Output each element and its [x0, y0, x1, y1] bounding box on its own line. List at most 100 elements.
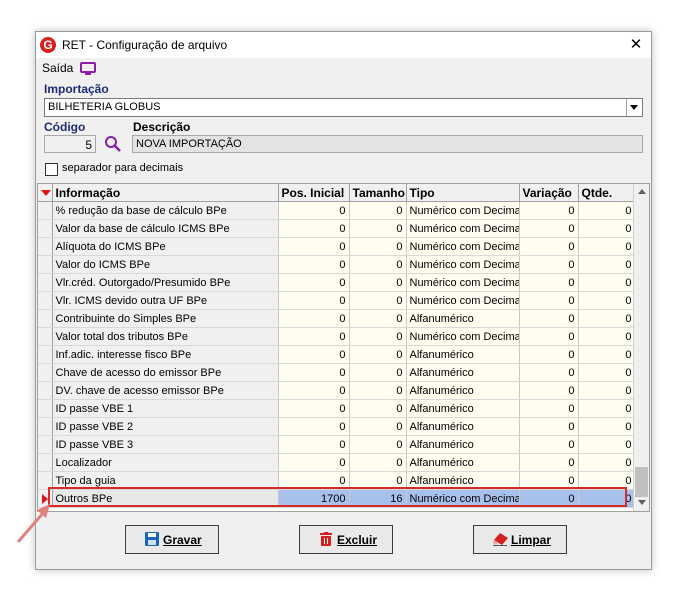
cell-qtde[interactable]: 0	[578, 435, 636, 454]
row-indicator[interactable]	[38, 417, 53, 436]
cell-tamanho[interactable]: 0	[349, 273, 407, 292]
close-button[interactable]: ✕	[621, 32, 651, 58]
col-pos-inicial[interactable]: Pos. Inicial	[278, 184, 350, 202]
cell-tipo[interactable]: Alfanumérico	[406, 363, 520, 382]
separador-checkbox[interactable]	[45, 163, 58, 176]
cell-tipo[interactable]: Numérico com Decimal	[406, 219, 520, 238]
table-row[interactable]: Vlr. ICMS devido outra UF BPe 0 0 Numérico …	[38, 291, 636, 310]
row-indicator[interactable]	[38, 471, 53, 490]
cell-tipo[interactable]: Numérico com Decimal	[406, 201, 520, 220]
table-row[interactable]: Vlr.créd. Outorgado/Presumido BPe 0 0 Numér…	[38, 273, 636, 292]
cell-qtde[interactable]: 0	[578, 201, 636, 220]
cell-informacao[interactable]: ID passe VBE 2	[52, 417, 279, 436]
cell-informacao[interactable]: Vlr.créd. Outorgado/Presumido BPe	[52, 273, 279, 292]
cell-tipo[interactable]: Alfanumérico	[406, 471, 520, 490]
cell-pos-inicial[interactable]: 0	[278, 453, 350, 472]
cell-pos-inicial[interactable]: 0	[278, 255, 350, 274]
cell-variacao[interactable]: 0	[519, 489, 579, 508]
row-indicator[interactable]	[38, 309, 53, 328]
gravar-button[interactable]: Gravar	[125, 525, 219, 554]
cell-informacao[interactable]: Valor do ICMS BPe	[52, 255, 279, 274]
row-indicator[interactable]	[38, 363, 53, 382]
cell-qtde[interactable]: 0	[578, 237, 636, 256]
table-row[interactable]: Tipo da guia 0 0 Alfanumérico 0 0	[38, 471, 636, 490]
col-variacao[interactable]: Variação	[519, 184, 579, 202]
col-informacao[interactable]: Informação	[52, 184, 279, 202]
cell-pos-inicial[interactable]: 0	[278, 237, 350, 256]
cell-informacao[interactable]: Chave de acesso do emissor BPe	[52, 363, 279, 382]
cell-informacao[interactable]: ID passe VBE 1	[52, 399, 279, 418]
cell-informacao[interactable]: Vlr. ICMS devido outra UF BPe	[52, 291, 279, 310]
table-row[interactable]: % redução da base de cálculo BPe 0 0 Numéri…	[38, 201, 636, 220]
table-row[interactable]: Chave de acesso do emissor BPe 0 0 Alfanumé…	[38, 363, 636, 382]
scroll-thumb[interactable]	[635, 467, 648, 497]
table-row[interactable]: Inf.adic. interesse fisco BPe 0 0 Alfanumér…	[38, 345, 636, 364]
cell-pos-inicial[interactable]: 0	[278, 201, 350, 220]
row-indicator[interactable]	[38, 327, 53, 346]
table-row[interactable]: Valor da base de cálculo ICMS BPe 0 0 Numér…	[38, 219, 636, 238]
cell-variacao[interactable]: 0	[519, 471, 579, 490]
cell-pos-inicial[interactable]: 1700	[278, 489, 350, 508]
cell-tamanho[interactable]: 0	[349, 381, 407, 400]
cell-variacao[interactable]: 0	[519, 417, 579, 436]
cell-qtde[interactable]: 0	[578, 327, 636, 346]
cell-qtde[interactable]: 0	[578, 255, 636, 274]
cell-tamanho[interactable]: 0	[349, 345, 407, 364]
cell-tamanho[interactable]: 0	[349, 417, 407, 436]
cell-tipo[interactable]: Alfanumérico	[406, 399, 520, 418]
cell-informacao[interactable]: Localizador	[52, 453, 279, 472]
cell-variacao[interactable]: 0	[519, 327, 579, 346]
cell-variacao[interactable]: 0	[519, 219, 579, 238]
cell-informacao[interactable]: Alíquota do ICMS BPe	[52, 237, 279, 256]
row-indicator[interactable]	[38, 291, 53, 310]
cell-tipo[interactable]: Alfanumérico	[406, 309, 520, 328]
scroll-up-icon[interactable]	[638, 189, 646, 194]
cell-variacao[interactable]: 0	[519, 273, 579, 292]
cell-informacao[interactable]: ID passe VBE 3	[52, 435, 279, 454]
cell-qtde[interactable]: 0	[578, 345, 636, 364]
cell-tamanho[interactable]: 0	[349, 291, 407, 310]
cell-tipo[interactable]: Numérico com Decimal	[406, 255, 520, 274]
cell-tipo[interactable]: Alfanumérico	[406, 381, 520, 400]
cell-tamanho[interactable]: 0	[349, 327, 407, 346]
cell-informacao[interactable]: Tipo da guia	[52, 471, 279, 490]
cell-tipo[interactable]: Alfanumérico	[406, 417, 520, 436]
table-row[interactable]: Valor do ICMS BPe 0 0 Numérico com Decimal 0…	[38, 255, 636, 274]
cell-qtde[interactable]: 0	[578, 291, 636, 310]
cell-qtde[interactable]: 0	[578, 381, 636, 400]
cell-tamanho[interactable]: 0	[349, 471, 407, 490]
grid-scrollbar[interactable]	[633, 184, 649, 511]
cell-variacao[interactable]: 0	[519, 453, 579, 472]
row-indicator[interactable]	[38, 345, 53, 364]
cell-qtde[interactable]: 0	[578, 489, 636, 508]
cell-pos-inicial[interactable]: 0	[278, 273, 350, 292]
table-row[interactable]: ID passe VBE 2 0 0 Alfanumérico 0 0	[38, 417, 636, 436]
cell-informacao[interactable]: DV. chave de acesso emissor BPe	[52, 381, 279, 400]
row-indicator[interactable]	[38, 453, 53, 472]
cell-pos-inicial[interactable]: 0	[278, 219, 350, 238]
cell-tamanho[interactable]: 0	[349, 399, 407, 418]
row-indicator[interactable]	[38, 237, 53, 256]
cell-informacao[interactable]: Valor da base de cálculo ICMS BPe	[52, 219, 279, 238]
row-indicator[interactable]	[38, 255, 53, 274]
row-indicator[interactable]	[38, 399, 53, 418]
cell-pos-inicial[interactable]: 0	[278, 327, 350, 346]
scroll-down-icon[interactable]	[638, 500, 646, 505]
cell-qtde[interactable]: 0	[578, 453, 636, 472]
importacao-select[interactable]: BILHETERIA GLOBUS	[44, 98, 643, 117]
excluir-button[interactable]: Excluir	[299, 525, 393, 554]
cell-pos-inicial[interactable]: 0	[278, 435, 350, 454]
cell-tipo[interactable]: Numérico com Decimal	[406, 291, 520, 310]
cell-tamanho[interactable]: 16	[349, 489, 407, 508]
cell-informacao[interactable]: Outros BPe	[52, 489, 279, 508]
cell-informacao[interactable]: % redução da base de cálculo BPe	[52, 201, 279, 220]
descricao-field[interactable]: NOVA IMPORTAÇÃO	[132, 135, 643, 153]
cell-tipo[interactable]: Alfanumérico	[406, 453, 520, 472]
cell-qtde[interactable]: 0	[578, 363, 636, 382]
cell-variacao[interactable]: 0	[519, 309, 579, 328]
cell-tipo[interactable]: Numérico com Decimal	[406, 237, 520, 256]
table-row[interactable]: Localizador 0 0 Alfanumérico 0 0	[38, 453, 636, 472]
cell-tamanho[interactable]: 0	[349, 309, 407, 328]
cell-pos-inicial[interactable]: 0	[278, 417, 350, 436]
table-row[interactable]: DV. chave de acesso emissor BPe 0 0 Alfanum…	[38, 381, 636, 400]
